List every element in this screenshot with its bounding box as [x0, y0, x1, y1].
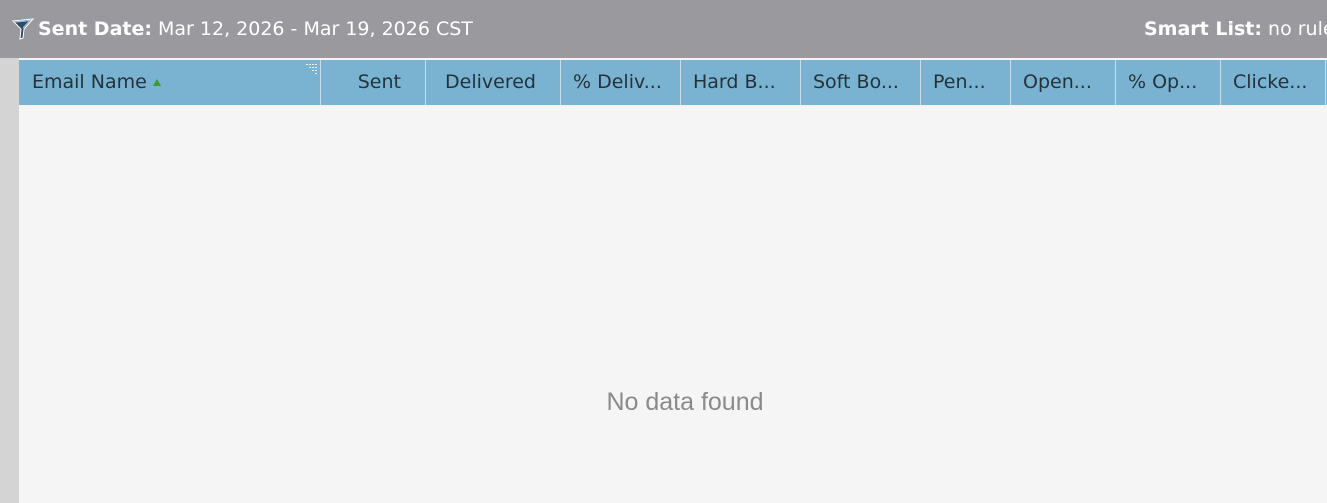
- column-header-label: Clicke...: [1233, 71, 1308, 93]
- smart-list-label: Smart List:: [1144, 18, 1262, 40]
- column-header-label: Open...: [1023, 71, 1092, 93]
- column-header-delivered[interactable]: Delivered: [426, 60, 561, 105]
- sent-date-label: Sent Date:: [38, 18, 152, 40]
- column-header-email-name[interactable]: Email Name: [19, 60, 321, 105]
- filter-bar: Sent Date: Mar 12, 2026 - Mar 19, 2026 C…: [0, 0, 1327, 58]
- left-gutter: [0, 58, 19, 503]
- sort-ascending-icon: [152, 79, 161, 86]
- filter-funnel-icon[interactable]: [11, 18, 35, 40]
- column-header-soft-bounced[interactable]: Soft Bo...: [801, 60, 921, 105]
- email-performance-grid: Email Name Sent Delivered % Deliv... Har…: [19, 58, 1327, 503]
- column-header-label: Soft Bo...: [813, 71, 899, 93]
- column-header-percent-opened[interactable]: % Op...: [1116, 60, 1221, 105]
- empty-state-message: No data found: [606, 388, 764, 416]
- column-header-opened[interactable]: Open...: [1011, 60, 1116, 105]
- sent-date-value: Mar 12, 2026 - Mar 19, 2026 CST: [158, 18, 473, 40]
- column-header-label: % Deliv...: [573, 71, 662, 93]
- smart-list-value: no rules: [1268, 18, 1327, 40]
- column-header-label: Email Name: [32, 71, 147, 93]
- column-header-sent[interactable]: Sent: [321, 60, 426, 105]
- column-header-pending[interactable]: Pen...: [921, 60, 1011, 105]
- column-header-label: Sent: [357, 71, 401, 93]
- column-menu-icon[interactable]: [306, 64, 318, 74]
- column-header-label: Pen...: [933, 71, 986, 93]
- column-header-label: Hard B...: [693, 71, 776, 93]
- column-header-percent-delivered[interactable]: % Deliv...: [561, 60, 681, 105]
- column-header-clicked[interactable]: Clicke...: [1221, 60, 1326, 105]
- column-header-hard-bounced[interactable]: Hard B...: [681, 60, 801, 105]
- column-header-label: % Op...: [1128, 71, 1198, 93]
- sent-date-filter[interactable]: Sent Date: Mar 12, 2026 - Mar 19, 2026 C…: [38, 17, 473, 41]
- column-header-label: Delivered: [445, 71, 536, 93]
- grid-header-row: Email Name Sent Delivered % Deliv... Har…: [19, 60, 1327, 105]
- smart-list-filter[interactable]: Smart List: no rules: [1144, 17, 1327, 41]
